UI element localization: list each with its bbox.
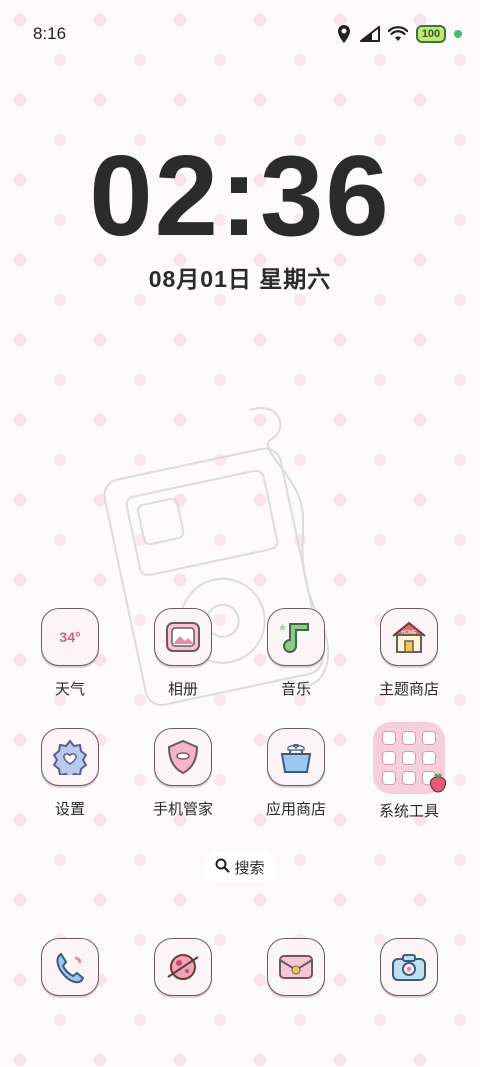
app-gallery[interactable]: 相册 xyxy=(127,608,239,699)
status-icons: 100 xyxy=(336,24,462,44)
app-label: 手机管家 xyxy=(152,801,213,818)
app-settings[interactable]: 设置 xyxy=(14,728,126,819)
clock-date: 08月01日 星期六 xyxy=(148,266,332,292)
planet-icon xyxy=(154,938,212,996)
svg-text:HOME: HOME xyxy=(402,630,418,636)
folder-mini-app xyxy=(382,731,396,745)
dock-browser[interactable] xyxy=(127,938,239,996)
folder-mini-app xyxy=(382,771,396,785)
gear-icon xyxy=(41,728,99,786)
app-theme-store[interactable]: HOME 主题商店 xyxy=(353,608,465,699)
gallery-icon xyxy=(154,608,212,666)
app-music[interactable]: 音乐 xyxy=(240,608,352,699)
phone-icon xyxy=(41,938,99,996)
status-time: 8:16 xyxy=(33,24,67,43)
dock-camera[interactable] xyxy=(353,938,465,996)
folder-mini-app xyxy=(382,751,396,765)
house-icon: HOME xyxy=(380,608,438,666)
strawberry-icon xyxy=(427,771,449,798)
shopping-bag-icon xyxy=(267,728,325,786)
camera-icon xyxy=(380,938,438,996)
clock-time: 02:36 xyxy=(89,133,391,260)
folder-mini-app xyxy=(422,731,436,745)
app-label: 应用商店 xyxy=(265,801,326,818)
clock-widget[interactable]: 02:36 08月01日 星期六 xyxy=(0,140,480,294)
app-label: 相册 xyxy=(167,681,198,698)
search-button[interactable]: 搜索 xyxy=(204,852,276,882)
folder-mini-app xyxy=(402,771,416,785)
shield-icon xyxy=(154,728,212,786)
music-note-icon xyxy=(267,608,325,666)
folder-icon xyxy=(373,722,447,794)
app-phone-manager[interactable]: 手机管家 xyxy=(127,728,239,819)
weather-icon: 34° xyxy=(41,608,99,666)
app-weather[interactable]: 34° 天气 xyxy=(14,608,126,699)
location-icon xyxy=(336,24,352,44)
app-system-tools-folder[interactable]: 系统工具 xyxy=(353,722,465,821)
search-label: 搜索 xyxy=(234,859,265,877)
app-label: 音乐 xyxy=(280,681,311,698)
dock-messages[interactable] xyxy=(240,938,352,996)
status-bar: 8:16 100 xyxy=(0,0,480,66)
search-icon xyxy=(215,858,231,877)
app-label: 系统工具 xyxy=(378,803,439,820)
envelope-icon xyxy=(267,938,325,996)
dock-phone[interactable] xyxy=(14,938,126,996)
app-app-store[interactable]: 应用商店 xyxy=(240,728,352,819)
folder-mini-app xyxy=(422,751,436,765)
app-label: 设置 xyxy=(54,801,85,818)
battery-indicator: 100 xyxy=(416,25,446,43)
signal-icon xyxy=(360,26,380,42)
privacy-indicator-dot xyxy=(454,30,462,38)
folder-mini-app xyxy=(402,731,416,745)
wifi-icon xyxy=(388,26,408,42)
app-label: 主题商店 xyxy=(378,681,439,698)
app-label: 天气 xyxy=(54,681,85,698)
folder-mini-app xyxy=(402,751,416,765)
